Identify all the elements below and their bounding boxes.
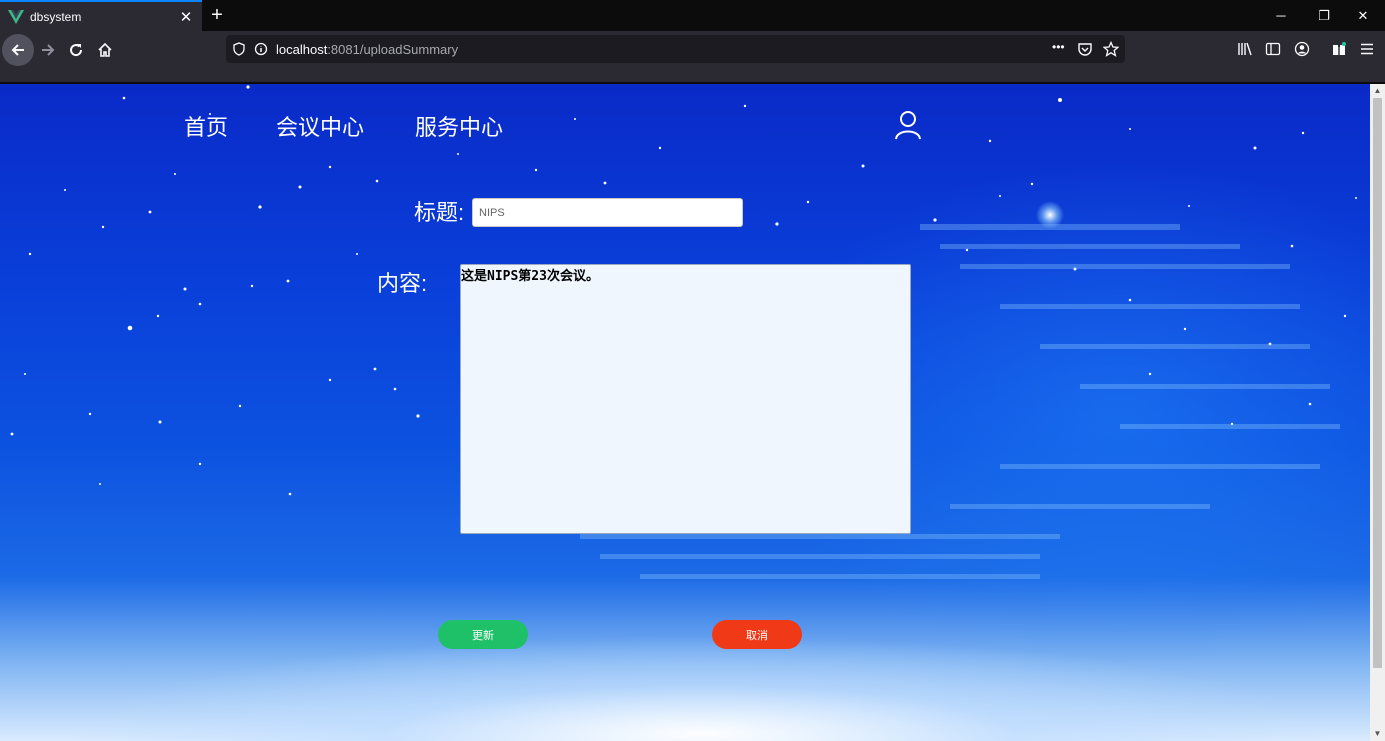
home-icon: [98, 42, 112, 57]
user-icon[interactable]: [893, 109, 923, 141]
navigation-toolbar: localhost:8081/uploadSummary •••: [0, 31, 1385, 83]
nav-service-center[interactable]: 服务中心: [415, 110, 503, 142]
update-button[interactable]: 更新: [438, 620, 528, 649]
close-tab-icon[interactable]: ✕: [176, 7, 196, 27]
account-icon[interactable]: [1292, 39, 1312, 59]
url-text[interactable]: localhost:8081/uploadSummary: [276, 42, 458, 57]
scroll-down-arrow-icon[interactable]: ▼: [1370, 727, 1385, 741]
back-button[interactable]: [2, 34, 34, 66]
home-button[interactable]: [89, 34, 121, 66]
close-window-icon[interactable]: ✕: [1341, 0, 1385, 31]
nav-meeting-center[interactable]: 会议中心: [276, 110, 364, 142]
url-path: :8081/uploadSummary: [327, 41, 459, 57]
cancel-button[interactable]: 取消: [712, 620, 802, 649]
back-arrow-icon: [11, 44, 24, 56]
title-label: 标题:: [414, 200, 465, 225]
url-bar[interactable]: localhost:8081/uploadSummary •••: [226, 35, 1125, 63]
scrollbar-thumb[interactable]: [1373, 98, 1382, 668]
nav-home[interactable]: 首页: [184, 110, 228, 142]
browser-tab-active[interactable]: dbsystem ✕: [0, 0, 202, 31]
reload-button[interactable]: [60, 34, 92, 66]
forward-arrow-icon: [42, 44, 55, 56]
tab-title: dbsystem: [30, 9, 82, 24]
info-icon[interactable]: [254, 42, 268, 56]
page-actions-icon[interactable]: •••: [1052, 40, 1065, 54]
shield-icon[interactable]: [232, 42, 246, 56]
minimize-icon[interactable]: ─: [1259, 0, 1303, 31]
vue-logo-icon: [8, 9, 24, 24]
title-input[interactable]: [472, 198, 743, 227]
content-label: 内容:: [377, 271, 428, 296]
library-icon[interactable]: [1235, 39, 1255, 59]
restore-icon[interactable]: ❐: [1302, 0, 1346, 31]
url-host: localhost: [276, 41, 328, 57]
scroll-up-arrow-icon[interactable]: ▲: [1370, 84, 1385, 98]
page-scrollbar[interactable]: ▲ ▼: [1370, 84, 1385, 741]
pocket-icon[interactable]: [1077, 41, 1093, 57]
extensions-icon[interactable]: [1329, 39, 1349, 59]
tab-bar: dbsystem ✕ + ─ ❐ ✕: [0, 0, 1385, 31]
reload-icon: [70, 44, 83, 57]
menu-hamburger-icon[interactable]: [1357, 39, 1377, 59]
page-background: 首页 会议中心 服务中心 标题: 内容: 这是NIPS第23次会议。 更新 取消: [0, 84, 1370, 741]
new-tab-button[interactable]: +: [206, 4, 228, 26]
bookmark-star-icon[interactable]: [1103, 41, 1119, 57]
content-textarea[interactable]: 这是NIPS第23次会议。: [460, 264, 911, 534]
sidebar-icon[interactable]: [1263, 39, 1283, 59]
